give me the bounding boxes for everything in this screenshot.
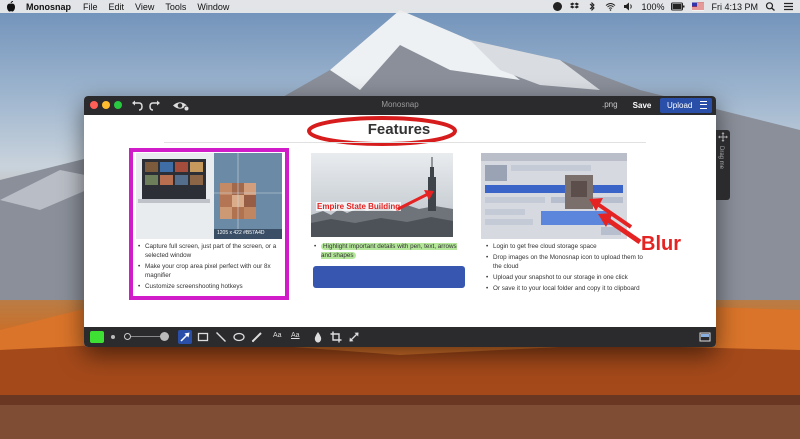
menu-view[interactable]: View [135,2,154,12]
annotation-toolbar: Aa Aa [84,327,716,347]
bluetooth-icon[interactable] [587,2,598,11]
menu-clock[interactable]: Fri 4:13 PM [711,2,758,12]
color-swatch-button[interactable] [90,331,104,343]
us-flag-icon[interactable] [692,2,705,11]
menu-tools[interactable]: Tools [165,2,186,12]
drag-label: Drag me [718,146,724,170]
resize-tool-icon[interactable] [347,330,361,344]
screenshot-thumbnail-icon[interactable] [698,330,712,344]
crop-tool-icon[interactable] [329,330,343,344]
list-item: Drop images on the Monosnap icon to uplo… [485,253,645,271]
menu-hamburger-icon[interactable] [700,101,707,109]
line-tool-icon[interactable] [214,330,228,344]
save-button[interactable]: Save [628,99,656,112]
arrow-tool-icon[interactable] [178,330,192,344]
battery-icon[interactable] [671,2,685,11]
wifi-icon[interactable] [605,2,616,11]
battery-percent: 100% [641,1,665,12]
pen-tool-icon[interactable] [250,330,264,344]
list-item: Upload your snapshot to our storage in o… [485,273,645,282]
large-size-icon [160,332,169,341]
red-ellipse-annotation[interactable] [302,115,462,149]
drag-handle[interactable]: Drag me [716,130,730,200]
menu-window[interactable]: Window [197,2,229,12]
heading-divider [164,142,646,143]
file-extension-select[interactable]: .png [602,100,618,109]
spotlight-icon[interactable] [765,2,776,11]
list-item: Or save it to your local folder and copy… [485,284,645,293]
monosnap-status-icon[interactable] [553,2,563,11]
window-title: Monosnap [381,100,419,109]
dropbox-icon[interactable] [569,2,580,11]
text-background-tool-icon[interactable]: Aa [291,332,300,339]
text-annotation[interactable]: Empire State Building [316,202,402,211]
highlighted-text: Highlight important details with pen, te… [321,243,457,259]
text-tool-icon[interactable]: Aa [273,332,282,339]
macos-menu-bar: Monosnap File Edit View Tools Window 100… [0,0,800,13]
upload-button[interactable]: Upload [660,98,712,113]
cloud-features-list: Login to get free cloud storage space Dr… [485,242,645,295]
window-titlebar[interactable]: Monosnap .png Save Upload [84,96,716,115]
ellipse-tool-icon[interactable] [232,330,246,344]
blur-drop-tool-icon[interactable] [311,330,325,344]
blue-filled-rectangle-annotation[interactable] [313,266,465,288]
menu-app-name[interactable]: Monosnap [26,2,71,12]
apple-icon[interactable] [6,1,16,12]
menu-file[interactable]: File [83,2,98,12]
blur-callout-arrow [598,213,642,245]
slider-handle[interactable] [124,333,131,340]
blur-callout-label: Blur [641,233,681,255]
annotate-features-list: Highlight important details with pen, te… [313,242,468,262]
upload-button-label: Upload [667,101,693,110]
small-size-icon [111,335,115,339]
magenta-rectangle-annotation[interactable] [129,148,289,300]
volume-icon[interactable] [623,2,634,11]
rectangle-tool-icon[interactable] [196,330,210,344]
notification-center-icon[interactable] [783,2,794,11]
stroke-size-slider[interactable] [126,336,164,337]
menu-edit[interactable]: Edit [109,2,125,12]
list-item: Highlight important details with pen, te… [313,242,468,260]
red-arrow-annotation[interactable] [396,187,436,213]
move-icon [718,132,728,142]
